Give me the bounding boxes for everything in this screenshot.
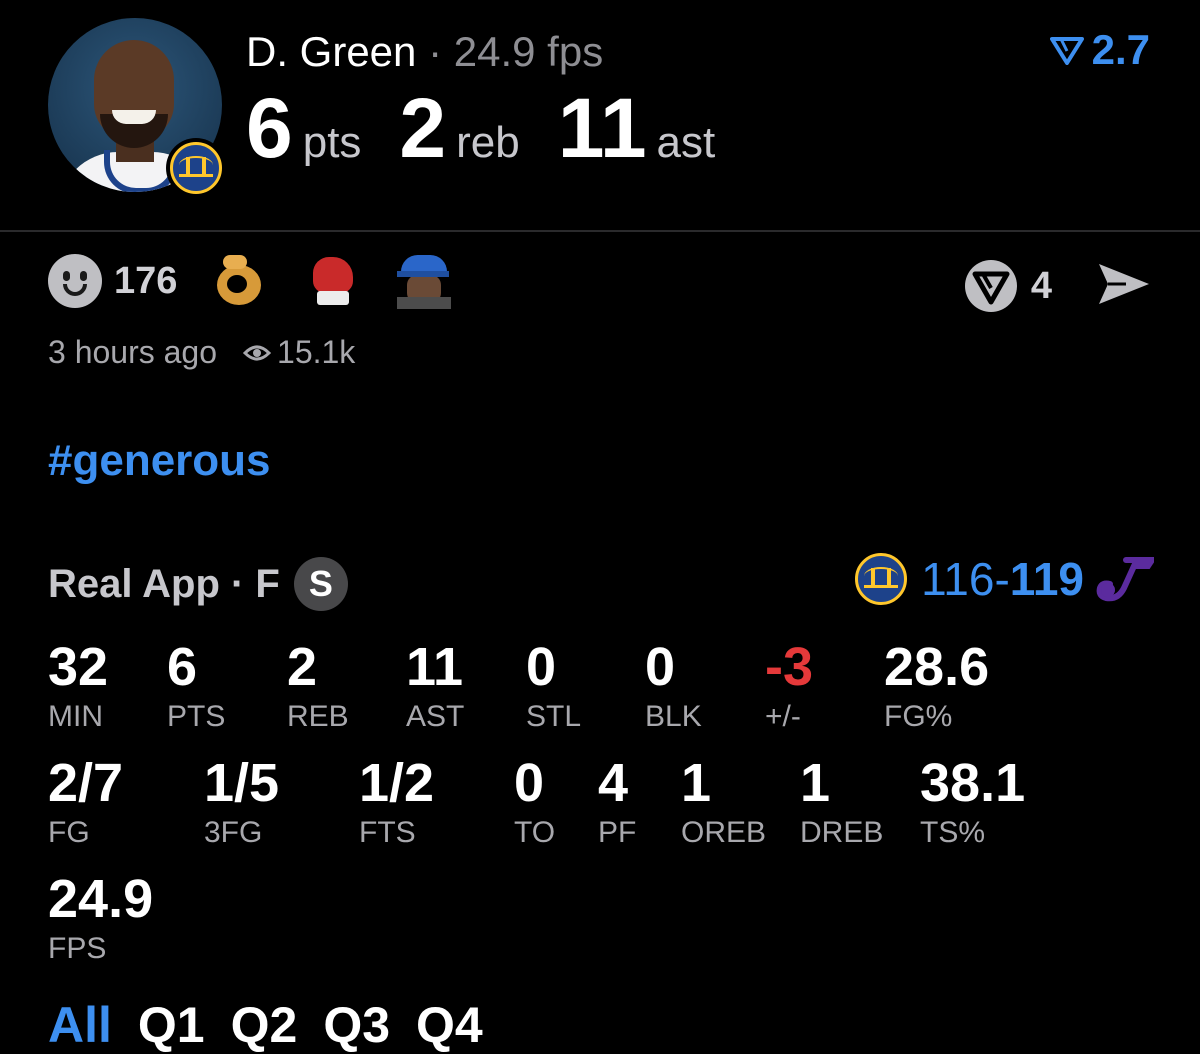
headline-reb-value: 2 bbox=[399, 81, 447, 175]
headline-ast-value: 11 bbox=[557, 81, 647, 175]
stat-label: DREB bbox=[800, 816, 884, 849]
reaction-bar: 176 bbox=[48, 253, 489, 309]
add-reaction-smiley-icon[interactable] bbox=[48, 254, 102, 308]
stat-pf: 4 PF bbox=[598, 756, 636, 848]
stat-stl: 0 STL bbox=[526, 640, 581, 732]
stat-to: 0 TO bbox=[514, 756, 555, 848]
stat-value: 11 bbox=[406, 637, 464, 697]
team-logo-badge bbox=[166, 138, 226, 198]
stat-value: 1/5 bbox=[204, 753, 280, 813]
tab-q3[interactable]: Q3 bbox=[323, 996, 390, 1054]
stat-min: 32 MIN bbox=[48, 640, 108, 732]
stat-label: REB bbox=[287, 700, 349, 733]
headline-stats: 6 pts 2 reb 11 ast bbox=[246, 86, 753, 170]
stat-reb: 2 REB bbox=[287, 640, 349, 732]
rating-chevron-icon bbox=[1049, 37, 1084, 65]
stat-value: 0 bbox=[526, 637, 557, 697]
stats-source: Real App · F S bbox=[48, 557, 348, 611]
stat-value: 38.1 bbox=[920, 753, 1026, 813]
comments-count: 4 bbox=[1030, 264, 1052, 307]
headline-pts-unit: pts bbox=[302, 118, 362, 167]
share-send-icon[interactable] bbox=[1096, 260, 1152, 308]
stat-label: PTS bbox=[167, 700, 226, 733]
player-rating[interactable]: 2.7 bbox=[1049, 26, 1150, 74]
stat-value: 1 bbox=[681, 753, 712, 813]
tab-all[interactable]: All bbox=[48, 996, 112, 1054]
view-count-value: 15.1k bbox=[277, 334, 356, 370]
stat-label: TO bbox=[514, 816, 556, 849]
player-fps-summary: 24.9 fps bbox=[453, 28, 604, 75]
stat-value: 2/7 bbox=[48, 753, 124, 813]
hashtag-link[interactable]: #generous bbox=[48, 436, 271, 486]
headline-ast-unit: ast bbox=[656, 118, 716, 167]
title-separator: · bbox=[428, 28, 443, 75]
eye-icon bbox=[243, 345, 272, 360]
stat-label: PF bbox=[598, 816, 637, 849]
stat-value: 1/2 bbox=[359, 753, 435, 813]
stat-oreb: 1 OREB bbox=[681, 756, 766, 848]
headline-pts-value: 6 bbox=[246, 81, 293, 175]
ok-hand-icon[interactable] bbox=[213, 253, 269, 309]
stat-label: OREB bbox=[681, 816, 767, 849]
stats-source-label: Real App · F bbox=[48, 561, 280, 606]
stat-value: 28.6 bbox=[884, 637, 990, 697]
tab-q4[interactable]: Q4 bbox=[416, 996, 483, 1054]
stat-fg: 2/7 FG bbox=[48, 756, 123, 848]
stat-label: FG bbox=[48, 816, 90, 849]
stat-3fg: 1/5 3FG bbox=[204, 756, 279, 848]
stat-pts: 6 PTS bbox=[167, 640, 225, 732]
stat-label: STL bbox=[526, 700, 582, 733]
tab-q1[interactable]: Q1 bbox=[138, 996, 205, 1054]
stat-fps: 24.9 FPS bbox=[48, 872, 153, 964]
stat-dreb: 1 DREB bbox=[800, 756, 883, 848]
score-away: 119 bbox=[1009, 553, 1084, 605]
stat-value: 0 bbox=[514, 753, 545, 813]
header-divider bbox=[0, 230, 1200, 232]
stat-value: 24.9 bbox=[48, 869, 154, 929]
stat-label: +/- bbox=[765, 700, 801, 733]
stat-label: FG% bbox=[884, 700, 953, 733]
player-title[interactable]: D. Green · 24.9 fps bbox=[246, 28, 603, 76]
status-badge: S bbox=[293, 557, 348, 611]
stat-label: FPS bbox=[48, 932, 107, 965]
score-home: 116 bbox=[921, 553, 995, 605]
post-meta: 3 hours ago 15.1k bbox=[48, 334, 355, 371]
stat-value: 4 bbox=[598, 753, 629, 813]
stat-plus-minus: -3 +/- bbox=[765, 640, 813, 732]
view-count: 15.1k bbox=[243, 334, 355, 371]
time-ago: 3 hours ago bbox=[48, 334, 218, 370]
reaction-count[interactable]: 176 bbox=[114, 260, 177, 303]
stat-value: -3 bbox=[765, 637, 814, 697]
stat-label: TS% bbox=[920, 816, 986, 849]
warriors-logo-icon bbox=[855, 553, 908, 605]
period-tabs: All Q1 Q2 Q3 Q4 bbox=[48, 996, 483, 1054]
comments-button[interactable]: 4 bbox=[963, 258, 1052, 314]
warriors-logo-icon bbox=[170, 142, 222, 194]
stat-value: 6 bbox=[167, 637, 198, 697]
game-score[interactable]: 116 - 119 bbox=[855, 552, 1154, 606]
stat-label: BLK bbox=[645, 700, 702, 733]
stat-fg-pct: 28.6 FG% bbox=[884, 640, 989, 732]
stat-ts-pct: 38.1 TS% bbox=[920, 756, 1025, 848]
boxing-glove-icon[interactable] bbox=[305, 253, 361, 309]
score-dash: - bbox=[994, 553, 1010, 605]
stat-ast: 11 AST bbox=[406, 640, 464, 732]
headline-reb-unit: reb bbox=[456, 118, 520, 167]
stat-value: 1 bbox=[800, 753, 831, 813]
rating-value: 2.7 bbox=[1091, 26, 1150, 73]
jazz-logo-icon bbox=[1096, 557, 1154, 602]
stat-value: 0 bbox=[645, 637, 676, 697]
fan-face-icon[interactable] bbox=[397, 253, 453, 309]
stat-value: 2 bbox=[287, 637, 318, 697]
stat-label: AST bbox=[406, 700, 465, 733]
stat-label: FTS bbox=[359, 816, 416, 849]
tab-q2[interactable]: Q2 bbox=[231, 996, 298, 1054]
stat-label: MIN bbox=[48, 700, 103, 733]
stat-label: 3FG bbox=[204, 816, 263, 849]
stat-fts: 1/2 FTS bbox=[359, 756, 434, 848]
stat-value: 32 bbox=[48, 637, 109, 697]
player-name[interactable]: D. Green bbox=[246, 28, 416, 75]
comment-logo-icon bbox=[964, 260, 1017, 312]
stat-blk: 0 BLK bbox=[645, 640, 702, 732]
